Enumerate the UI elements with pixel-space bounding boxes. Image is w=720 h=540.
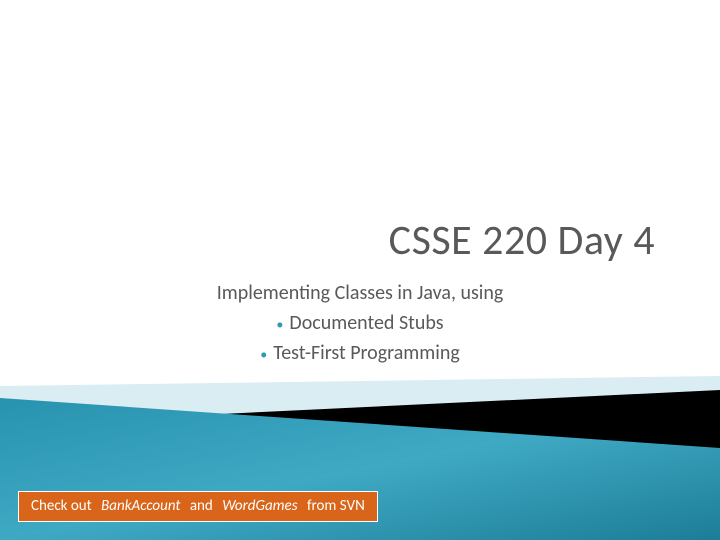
subtitle-block: Implementing Classes in Java, using •Doc… bbox=[0, 278, 720, 368]
callout-item-1: BankAccount bbox=[101, 497, 180, 515]
background-shapes bbox=[0, 0, 720, 540]
bullet-icon: • bbox=[260, 346, 267, 363]
bullet-icon: • bbox=[276, 316, 283, 333]
subtitle-bullet-1: •Documented Stubs bbox=[0, 308, 720, 338]
callout-prefix: Check out bbox=[31, 497, 92, 515]
callout-middle: and bbox=[190, 497, 213, 515]
subtitle-bullet-2: •Test-First Programming bbox=[0, 338, 720, 368]
subtitle-main: Implementing Classes in Java, using bbox=[0, 278, 720, 308]
callout-item-2: WordGames bbox=[222, 497, 297, 515]
callout-box: Check out BankAccount and WordGames from… bbox=[18, 491, 378, 522]
callout-suffix: from SVN bbox=[307, 497, 365, 515]
slide-title: CSSE 220 Day 4 bbox=[389, 215, 655, 266]
